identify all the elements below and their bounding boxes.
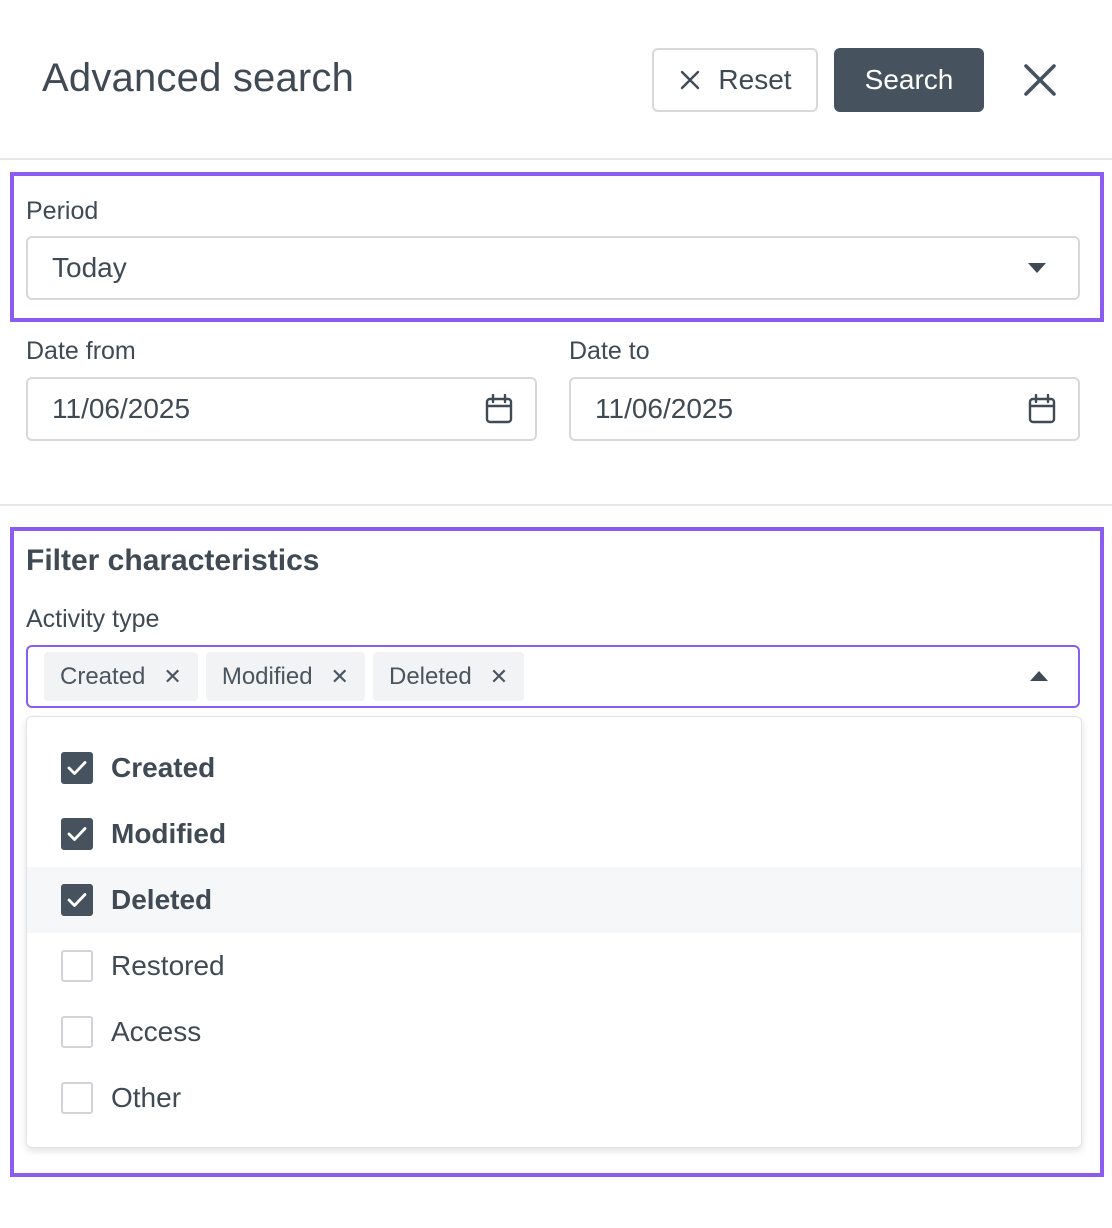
close-icon: [1024, 64, 1056, 96]
caret-up-icon: [1030, 670, 1048, 681]
period-select[interactable]: Today: [26, 236, 1080, 300]
option-created[interactable]: Created: [27, 735, 1081, 801]
calendar-icon[interactable]: [485, 394, 513, 424]
check-icon: [67, 761, 87, 775]
chip-remove-icon[interactable]: ✕: [163, 664, 181, 690]
activity-type-dropdown: Created Modified Deleted Restored Access…: [26, 716, 1082, 1148]
option-label: Restored: [111, 950, 225, 981]
check-icon: [67, 893, 87, 907]
date-from-label: Date from: [26, 337, 136, 365]
chip-remove-icon[interactable]: ✕: [331, 664, 349, 690]
date-to-value: 11/06/2025: [595, 393, 734, 424]
chip-label: Deleted: [388, 662, 472, 690]
period-value: Today: [52, 252, 127, 283]
chip-created: Created ✕: [44, 652, 198, 701]
checkbox-unchecked[interactable]: [61, 1082, 93, 1114]
filter-section-title: Filter characteristics: [26, 544, 320, 577]
period-label: Period: [26, 197, 99, 225]
date-from-value: 11/06/2025: [52, 393, 191, 424]
option-other[interactable]: Other: [27, 1065, 1081, 1131]
reset-button[interactable]: Reset: [652, 48, 818, 112]
date-from-input[interactable]: 11/06/2025: [26, 377, 537, 441]
chip-label: Created: [60, 662, 146, 690]
chip-label: Modified: [221, 662, 313, 690]
option-access[interactable]: Access: [27, 999, 1081, 1065]
option-label: Access: [111, 1016, 202, 1047]
date-to-label: Date to: [569, 337, 650, 365]
search-button[interactable]: Search: [834, 48, 984, 112]
check-icon: [67, 827, 87, 841]
option-label: Created: [111, 752, 216, 783]
option-label: Deleted: [111, 884, 213, 915]
caret-down-icon: [1028, 263, 1046, 273]
checkbox-unchecked[interactable]: [61, 950, 93, 982]
chip-deleted: Deleted ✕: [372, 652, 525, 701]
option-label: Other: [111, 1082, 182, 1113]
date-to-input[interactable]: 11/06/2025: [569, 377, 1080, 441]
activity-type-multiselect[interactable]: Created ✕ Modified ✕ Deleted ✕: [26, 645, 1080, 708]
close-icon: [681, 70, 700, 90]
option-label: Modified: [111, 818, 227, 849]
section-divider: [0, 504, 1112, 506]
close-dialog-button[interactable]: [1018, 58, 1062, 102]
option-modified[interactable]: Modified: [27, 801, 1081, 867]
activity-type-label: Activity type: [26, 605, 160, 633]
reset-button-label: Reset: [718, 64, 792, 95]
checkbox-checked[interactable]: [61, 884, 93, 916]
chip-remove-icon[interactable]: ✕: [490, 664, 508, 690]
checkbox-checked[interactable]: [61, 818, 93, 850]
checkbox-checked[interactable]: [61, 752, 93, 784]
calendar-icon[interactable]: [1028, 394, 1056, 424]
option-restored[interactable]: Restored: [27, 933, 1081, 999]
dialog-title: Advanced search: [42, 56, 355, 100]
option-deleted[interactable]: Deleted: [27, 867, 1081, 933]
checkbox-unchecked[interactable]: [61, 1016, 93, 1048]
chip-modified: Modified ✕: [205, 652, 365, 701]
dialog-header: Advanced search Reset Search: [0, 0, 1112, 160]
